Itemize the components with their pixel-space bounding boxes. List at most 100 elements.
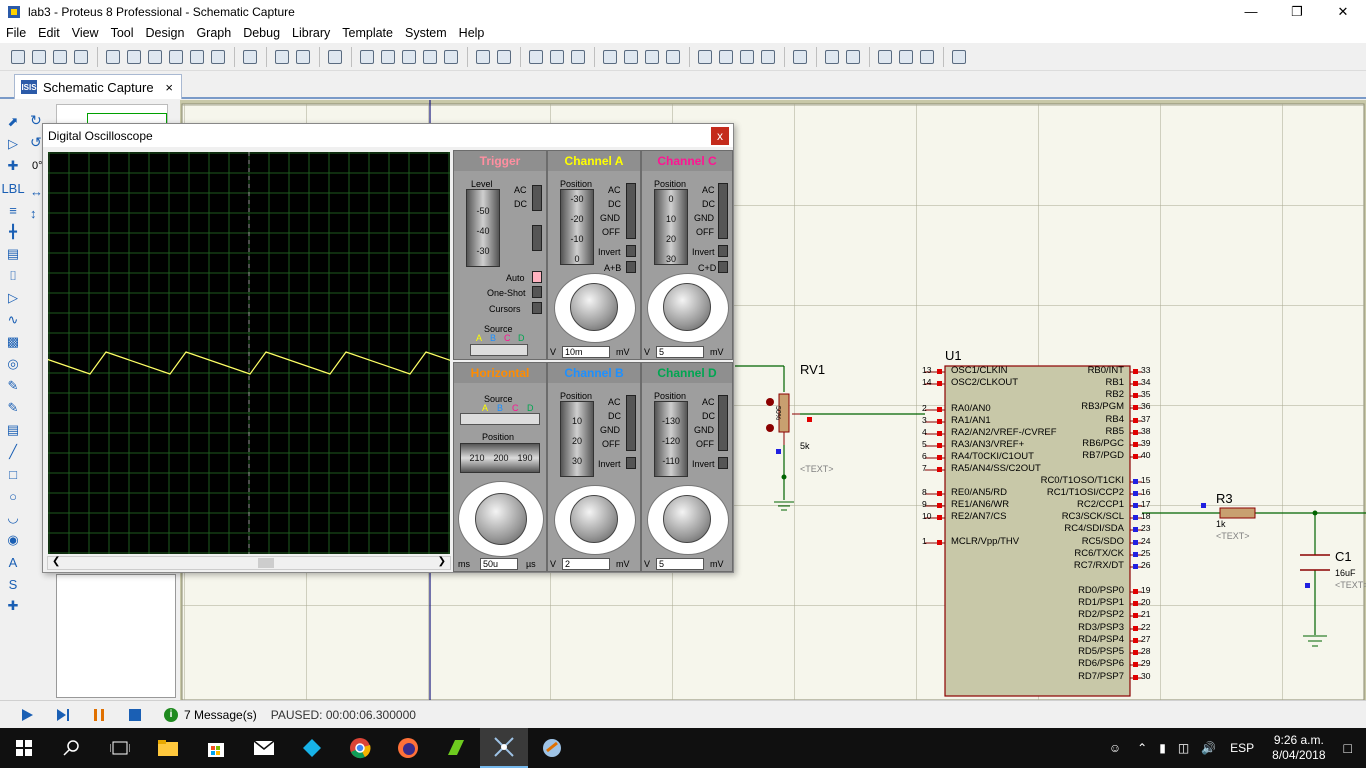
r3-name[interactable]: R3	[1216, 491, 1233, 506]
delete-sheet-icon[interactable]	[896, 47, 916, 67]
close-icon[interactable]: ✕	[1320, 0, 1366, 23]
junction-dot-icon[interactable]: ✚	[3, 156, 23, 176]
screen-horizontal-scrollbar[interactable]: ❮ ❯	[47, 556, 451, 570]
origin-icon[interactable]	[325, 47, 345, 67]
undo-icon[interactable]	[473, 47, 493, 67]
subcircuit-icon[interactable]: ▤	[3, 244, 23, 264]
text-icon[interactable]: A	[3, 552, 23, 572]
gerber-icon[interactable]	[187, 47, 207, 67]
paste-icon[interactable]	[568, 47, 588, 67]
c1-name[interactable]: C1	[1335, 549, 1352, 564]
oscilloscope-screen[interactable]	[9, 152, 508, 554]
generator-icon[interactable]: ◎	[3, 354, 23, 374]
channel-d-scale-field[interactable]: 5	[656, 558, 704, 570]
graph-icon[interactable]: ∿	[3, 310, 23, 330]
tab-schematic-capture[interactable]: ISIS Schematic Capture ×	[14, 74, 182, 99]
minimize-icon[interactable]: —	[1228, 0, 1274, 23]
channel-c-coupling-switch[interactable]	[718, 183, 728, 239]
stop-icon[interactable]	[124, 704, 146, 726]
store-icon[interactable]	[192, 728, 240, 768]
pcb-icon[interactable]	[124, 47, 144, 67]
menu-template[interactable]: Template	[336, 26, 399, 40]
channel-c-invert-button[interactable]	[718, 245, 728, 257]
channel-c-scale-field[interactable]: 5	[656, 346, 704, 358]
trigger-oneshot-button[interactable]	[532, 286, 542, 298]
mail-icon[interactable]	[240, 728, 288, 768]
3d-icon[interactable]	[166, 47, 186, 67]
kodi-icon[interactable]	[288, 728, 336, 768]
channel-c-combine-button[interactable]	[718, 261, 728, 273]
channel-d-invert-button[interactable]	[718, 457, 728, 469]
scroll-left-icon[interactable]: ❮	[52, 556, 60, 567]
horizontal-scale-field[interactable]: 50u	[480, 558, 518, 570]
channel-b-position-meter[interactable]: 10 20 30	[560, 401, 594, 477]
oscilloscope-close-button[interactable]: x	[711, 127, 729, 145]
menu-library[interactable]: Library	[286, 26, 336, 40]
grid-icon[interactable]	[293, 47, 313, 67]
goto-sheet-icon[interactable]	[917, 47, 937, 67]
oscilloscope-window[interactable]: Digital Oscilloscope x ❮ ❯ Trigger Level…	[9, 123, 734, 573]
tab-close-icon[interactable]: ×	[165, 80, 173, 95]
scroll-right-icon[interactable]: ❯	[438, 556, 446, 567]
menu-design[interactable]: Design	[140, 26, 191, 40]
buses-icon[interactable]: ╋	[3, 222, 23, 242]
search-icon[interactable]	[48, 728, 96, 768]
schematic-icon[interactable]	[103, 47, 123, 67]
design-explorer-icon[interactable]	[208, 47, 228, 67]
channel-a-invert-button[interactable]	[626, 245, 636, 257]
rv1-name[interactable]: RV1	[800, 362, 825, 377]
redo-icon[interactable]	[494, 47, 514, 67]
menu-view[interactable]: View	[66, 26, 105, 40]
trigger-coupling-switch[interactable]	[532, 185, 542, 211]
language-indicator[interactable]: ESP	[1230, 741, 1254, 755]
open-icon[interactable]	[29, 47, 49, 67]
green-app-icon[interactable]	[432, 728, 480, 768]
property-assign-icon[interactable]	[843, 47, 863, 67]
terminals-icon[interactable]: ⌷	[3, 266, 23, 286]
circle-icon[interactable]: ○	[3, 486, 23, 506]
current-probe-icon[interactable]: ✎	[3, 398, 23, 418]
trigger-auto-button[interactable]	[532, 271, 542, 283]
copy-icon[interactable]	[547, 47, 567, 67]
zoom-area-icon[interactable]	[441, 47, 461, 67]
trigger-source-slider[interactable]	[470, 344, 528, 356]
pan-icon[interactable]	[357, 47, 377, 67]
firefox-icon[interactable]	[384, 728, 432, 768]
selection-mode-icon[interactable]: ⬈	[3, 112, 23, 132]
people-icon[interactable]: ☺	[1109, 741, 1121, 755]
channel-d-volts-knob[interactable]	[663, 495, 711, 543]
channel-d-position-meter[interactable]: -130 -120 -110	[654, 401, 688, 477]
cut-icon[interactable]	[526, 47, 546, 67]
pause-icon[interactable]	[88, 704, 110, 726]
proteus-isis-icon[interactable]	[480, 728, 528, 768]
block-move-icon[interactable]	[621, 47, 641, 67]
network-icon[interactable]: ◫	[1178, 741, 1189, 755]
zoom-all-icon[interactable]	[420, 47, 440, 67]
trigger-cursors-button[interactable]	[532, 302, 542, 314]
refresh-icon[interactable]	[272, 47, 292, 67]
play-icon[interactable]	[16, 704, 38, 726]
notifications-icon[interactable]: □	[1344, 740, 1352, 756]
battery-icon[interactable]: ▮	[1159, 741, 1166, 755]
block-delete-icon[interactable]	[663, 47, 683, 67]
channel-a-position-meter[interactable]: -30 -20 -10 0	[560, 189, 594, 265]
channel-b-invert-button[interactable]	[626, 457, 636, 469]
search-tag-icon[interactable]	[822, 47, 842, 67]
oscilloscope-titlebar[interactable]: Digital Oscilloscope	[43, 124, 733, 147]
menu-tool[interactable]: Tool	[105, 26, 140, 40]
voltage-probe-icon[interactable]: ✎	[3, 376, 23, 396]
import-icon[interactable]	[71, 47, 91, 67]
component-mode-icon[interactable]: ▷	[3, 134, 23, 154]
zoom-out-icon[interactable]	[399, 47, 419, 67]
menu-graph[interactable]: Graph	[190, 26, 237, 40]
zoom-in-icon[interactable]	[378, 47, 398, 67]
wire-autorouter-icon[interactable]	[790, 47, 810, 67]
channel-a-volts-knob[interactable]	[570, 283, 618, 331]
chevron-up-icon[interactable]: ⌃	[1137, 741, 1147, 755]
channel-b-coupling-switch[interactable]	[626, 395, 636, 451]
trigger-level-meter[interactable]: -50 -40 -30	[466, 189, 500, 267]
wire-label-icon[interactable]: LBL	[1, 178, 24, 198]
pick-icon[interactable]	[695, 47, 715, 67]
channel-a-scale-field[interactable]: 10m	[562, 346, 610, 358]
make-device-icon[interactable]	[716, 47, 736, 67]
